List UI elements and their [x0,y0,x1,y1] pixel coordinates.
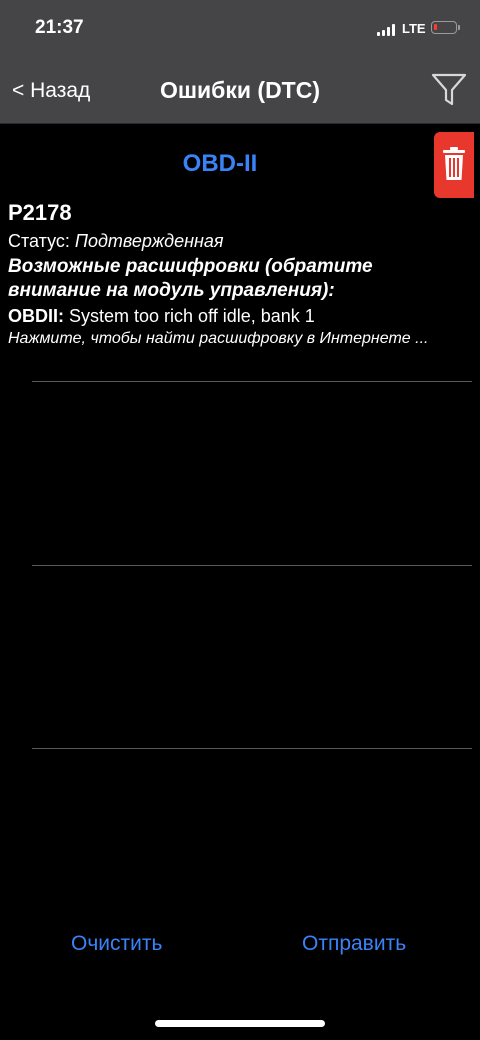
dtc-obd-label: OBDII: [8,306,64,326]
battery-icon [431,21,460,34]
clear-button[interactable]: Очистить [71,932,162,956]
home-indicator[interactable] [155,1020,325,1027]
send-button[interactable]: Отправить [302,932,406,956]
dtc-status-value: Подтвержденная [74,231,224,251]
dtc-possible-label: Возможные расшифровки (обратите внимание… [8,256,373,301]
list-separator [32,381,472,382]
delete-button[interactable] [434,132,474,198]
dtc-search-hint: Нажмите, чтобы найти расшифровку в Интер… [8,330,429,347]
dtc-obd-description: System too rich off idle, bank 1 [69,306,315,326]
dtc-obd-line: OBDII: System too rich off idle, bank 1 [8,303,448,329]
status-time: 21:37 [35,17,84,38]
battery-level [434,24,437,30]
dtc-status-label: Статус: [8,231,70,251]
trash-icon [443,147,465,180]
dtc-item[interactable]: P2178 Статус: Подтвержденная Возможные р… [8,198,448,378]
dtc-status: Статус: Подтвержденная [8,228,448,254]
dtc-code: P2178 [8,200,72,225]
signal-icon [377,24,397,36]
nav-bar: < Назад Ошибки (DTC) [0,58,480,124]
network-label: LTE [402,21,426,36]
list-separator [32,748,472,749]
filter-icon[interactable] [430,70,468,108]
list-separator [32,565,472,566]
page-title: Ошибки (DTC) [159,77,321,103]
section-header: OBD-II [182,150,258,177]
screen: 21:37 LTE < Назад Ошибки (DTC) OBD-II P2… [0,0,480,1040]
status-bar: 21:37 LTE [0,0,480,58]
